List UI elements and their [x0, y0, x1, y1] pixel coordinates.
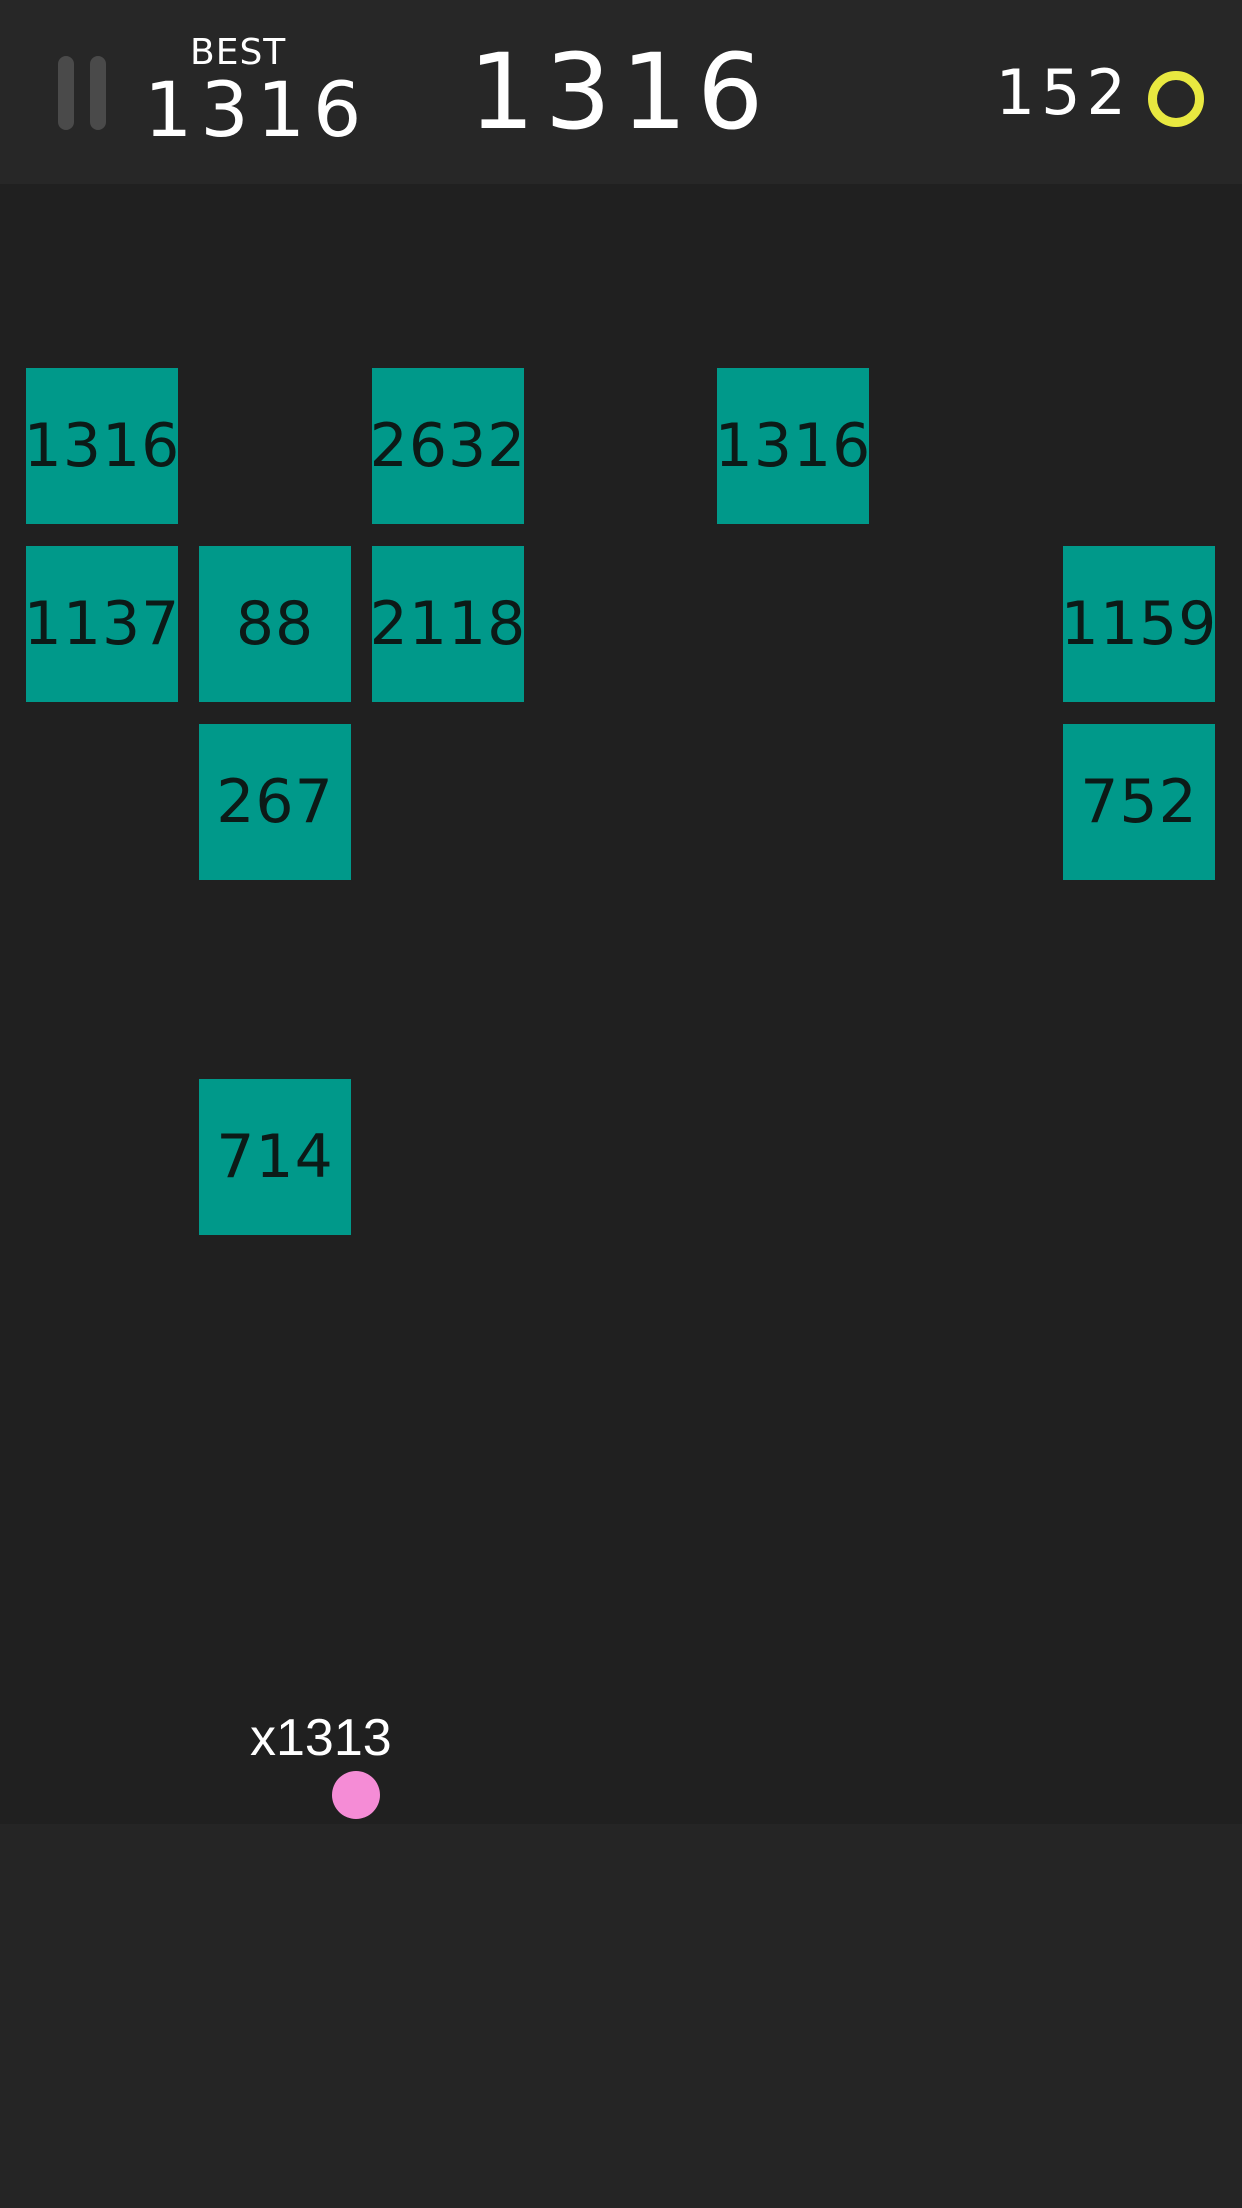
- coin-icon: [1148, 71, 1204, 127]
- coin-count: 152: [995, 56, 1132, 129]
- top-bar: BEST 1316 1316 152: [0, 0, 1242, 184]
- ball-count: x1313: [250, 1709, 392, 1767]
- brick: 88: [199, 546, 351, 702]
- brick: 2632: [370, 368, 525, 524]
- launcher-ball[interactable]: [332, 1771, 380, 1819]
- brick: 267: [199, 724, 351, 880]
- game-screen: BEST 1316 1316 152 1316 2632 1316 1137 8…: [0, 0, 1242, 2208]
- brick: 1316: [715, 368, 870, 524]
- play-field[interactable]: 1316 2632 1316 1137 88 2118 1159 267 752…: [0, 184, 1242, 1824]
- brick: 1159: [1061, 546, 1216, 702]
- brick: 714: [199, 1079, 351, 1235]
- brick: 752: [1063, 724, 1215, 880]
- bottom-panel: [0, 1824, 1242, 2208]
- brick: 2118: [370, 546, 525, 702]
- brick: 1137: [24, 546, 179, 702]
- brick: 1316: [24, 368, 179, 524]
